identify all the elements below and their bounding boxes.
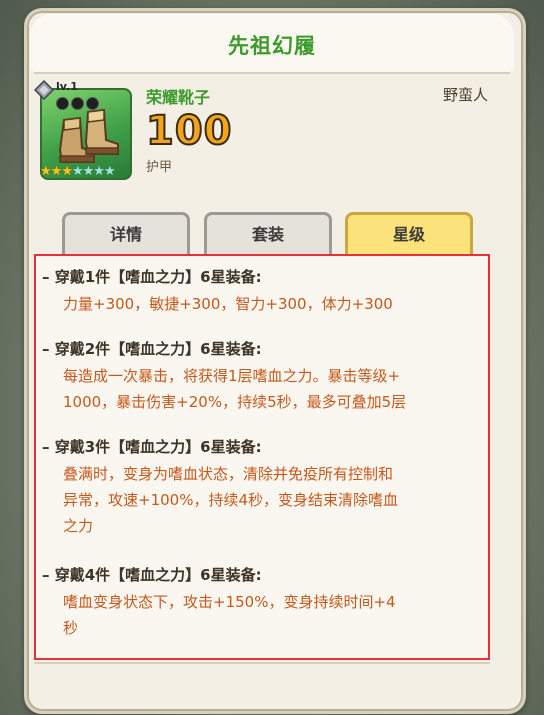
star-icon: ★ bbox=[103, 164, 116, 179]
star-rating: ★★★★★★★ bbox=[40, 160, 132, 179]
panel-title: 先祖幻履 bbox=[228, 34, 316, 58]
bottom-divider bbox=[34, 662, 490, 664]
highlight-outline bbox=[34, 254, 490, 660]
item-name: 荣耀靴子 bbox=[146, 88, 211, 107]
gem-icon bbox=[34, 80, 54, 100]
tab-details[interactable]: 详情 bbox=[62, 212, 190, 256]
tab-set[interactable]: 套装 bbox=[204, 212, 332, 256]
socket-icon bbox=[71, 97, 84, 110]
socket-dots bbox=[56, 95, 101, 114]
item-value: 100 bbox=[145, 107, 233, 155]
item-level: lv.1 bbox=[56, 80, 78, 93]
item-type: 护甲 bbox=[146, 160, 173, 175]
tab-stars[interactable]: 星级 bbox=[345, 212, 473, 256]
socket-icon bbox=[56, 97, 69, 110]
socket-icon bbox=[86, 97, 99, 110]
item-class: 野蛮人 bbox=[442, 86, 488, 104]
title-divider bbox=[34, 72, 510, 74]
